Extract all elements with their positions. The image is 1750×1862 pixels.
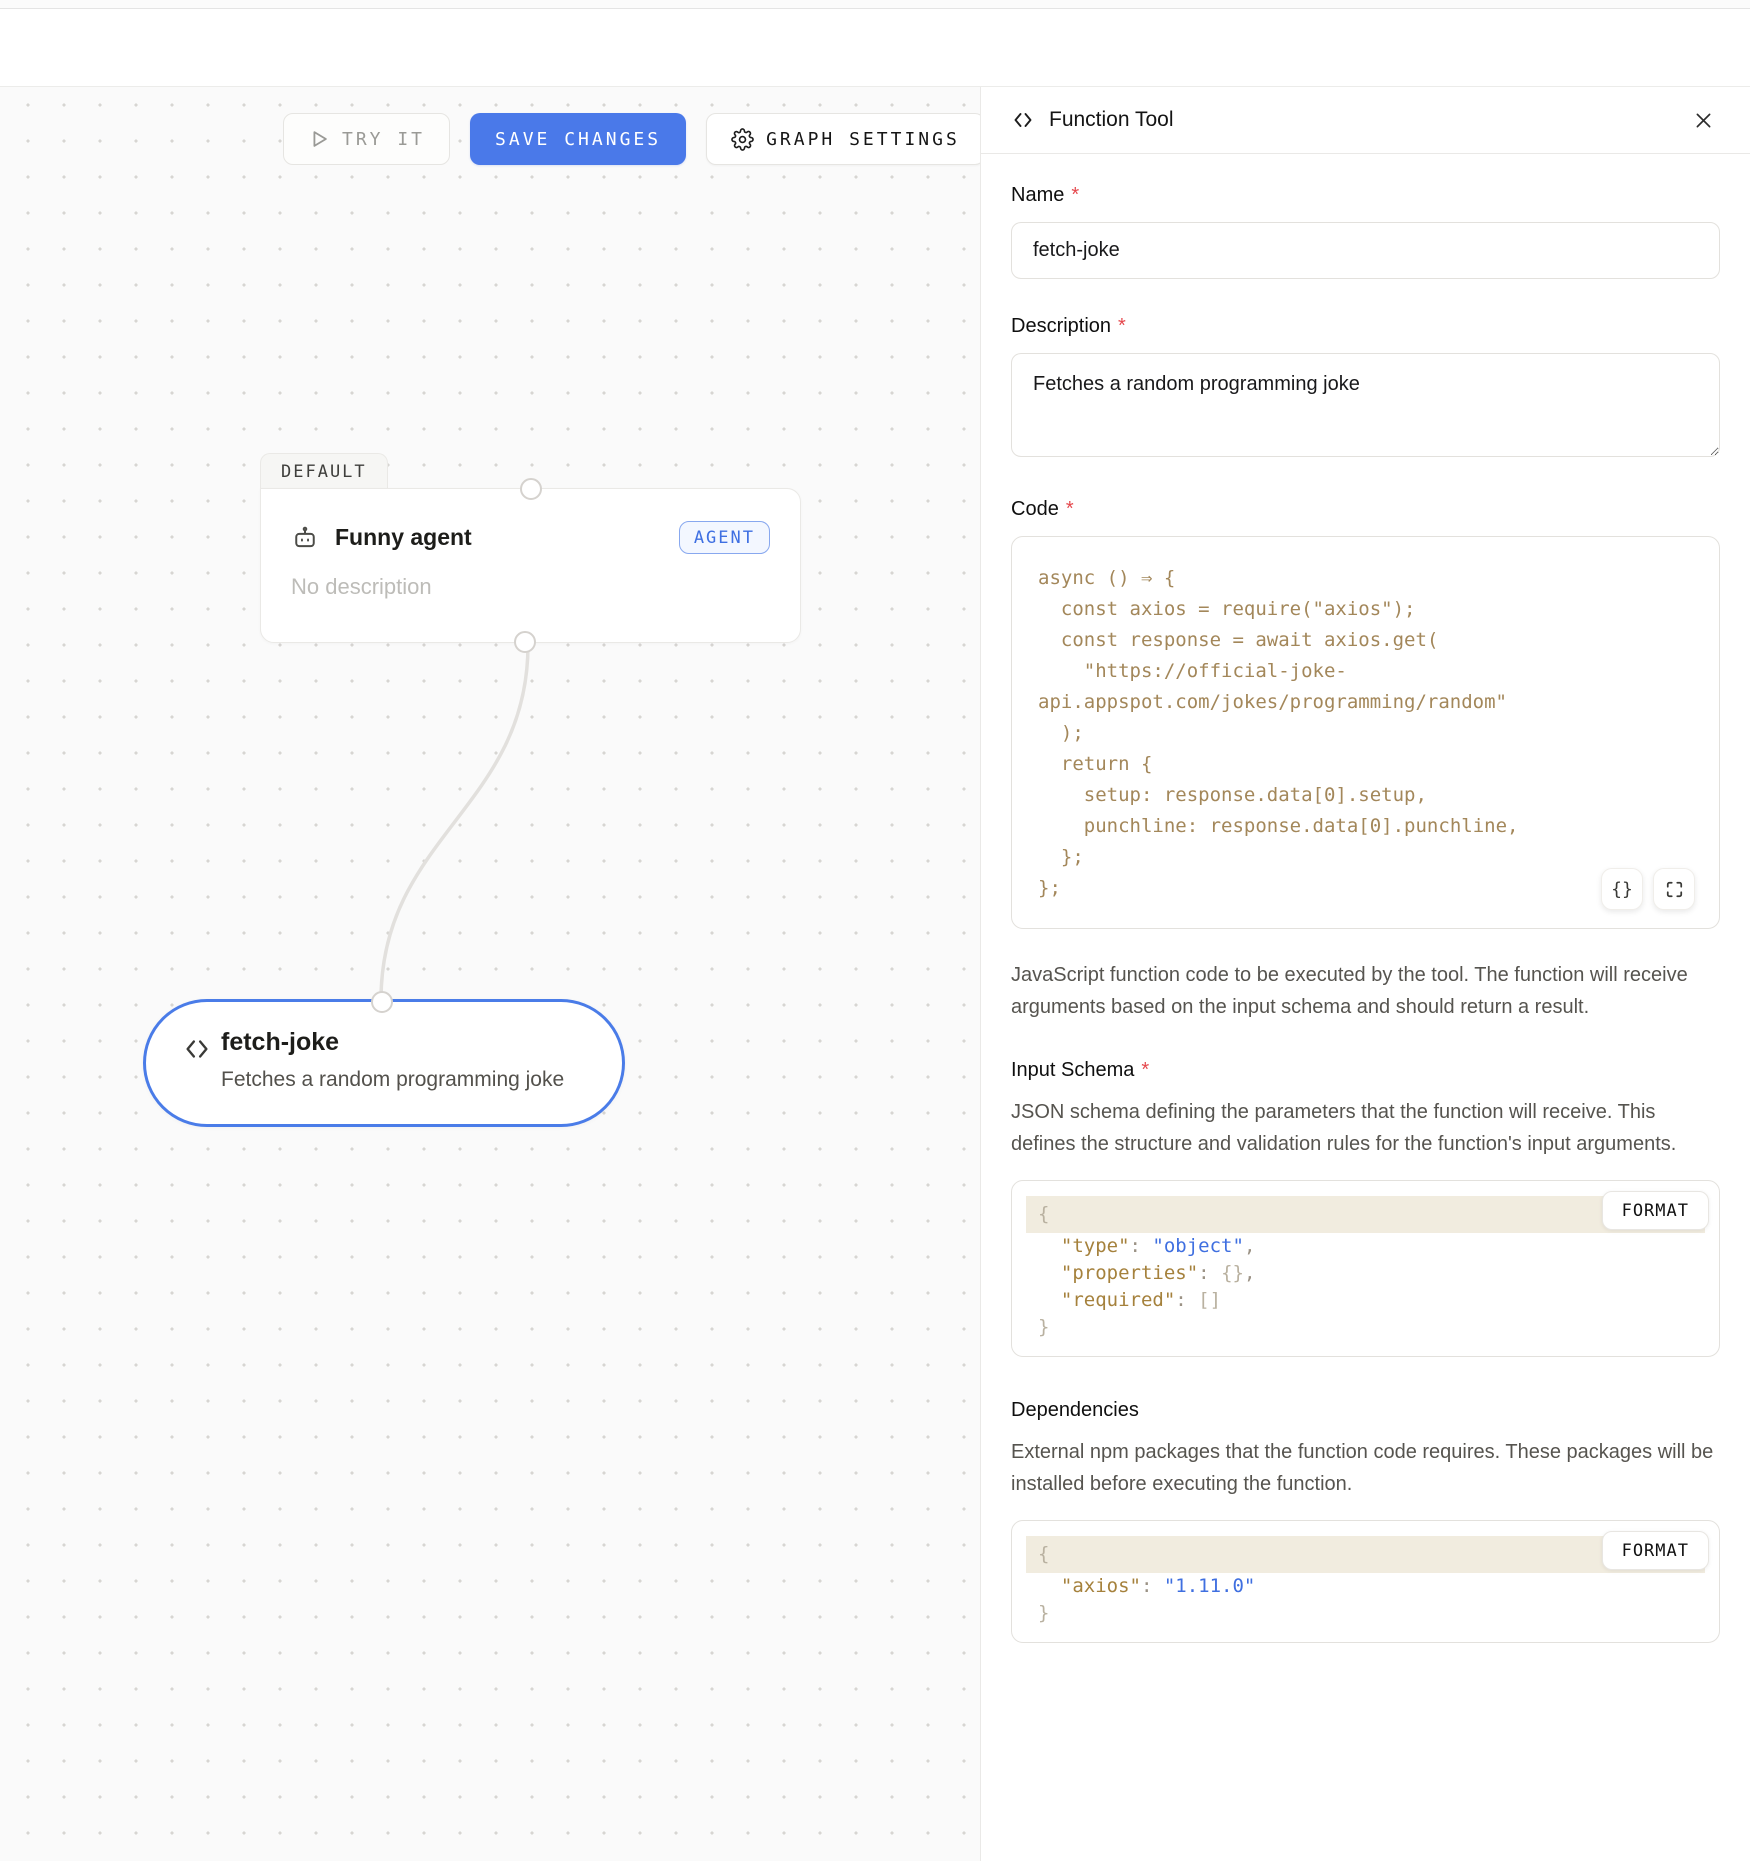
agent-type-badge: AGENT bbox=[679, 521, 770, 554]
agent-node-output-handle[interactable] bbox=[514, 631, 536, 653]
function-tool-panel: Function Tool Name * Description bbox=[980, 87, 1750, 1861]
description-textarea[interactable]: Fetches a random programming joke bbox=[1011, 353, 1720, 457]
dependencies-label: Dependencies bbox=[1011, 1399, 1720, 1422]
agent-node-input-handle[interactable] bbox=[520, 478, 542, 500]
tool-node-input-handle[interactable] bbox=[371, 991, 393, 1013]
code-brackets-icon bbox=[182, 1034, 212, 1064]
required-asterisk: * bbox=[1141, 1059, 1149, 1082]
expand-fullscreen-button[interactable] bbox=[1653, 868, 1695, 910]
dependencies-field-group: Dependencies External npm packages that … bbox=[1011, 1399, 1720, 1643]
code-help-text: JavaScript function code to be executed … bbox=[1011, 959, 1720, 1023]
input-schema-editor[interactable]: { "type": "object", "properties": {}, "r… bbox=[1011, 1180, 1720, 1357]
code-field-group: Code * async () ⇒ { const axios = requir… bbox=[1011, 498, 1720, 1023]
graph-canvas[interactable]: TRY IT SAVE CHANGES GRAPH SETTINGS DEFAU… bbox=[0, 87, 980, 1861]
edge-layer bbox=[0, 87, 980, 1861]
graph-settings-label: GRAPH SETTINGS bbox=[766, 129, 960, 150]
tool-node-title: fetch-joke bbox=[221, 1028, 592, 1057]
name-label-text: Name bbox=[1011, 184, 1064, 207]
description-field-group: Description * Fetches a random programmi… bbox=[1011, 315, 1720, 462]
code-editor-content[interactable]: async () ⇒ { const axios = require("axio… bbox=[1038, 563, 1693, 904]
input-schema-label-text: Input Schema bbox=[1011, 1059, 1134, 1082]
fullscreen-icon bbox=[1665, 880, 1684, 899]
agent-node-default-tab: DEFAULT bbox=[260, 453, 388, 489]
code-brackets-icon bbox=[1011, 108, 1035, 132]
name-field-group: Name * bbox=[1011, 184, 1720, 279]
close-icon bbox=[1693, 110, 1714, 131]
code-label-text: Code bbox=[1011, 498, 1059, 521]
dependencies-description: External npm packages that the function … bbox=[1011, 1436, 1720, 1500]
panel-title: Function Tool bbox=[1049, 108, 1174, 132]
panel-header: Function Tool bbox=[981, 87, 1750, 154]
app-header-bar bbox=[0, 9, 1750, 87]
save-changes-label: SAVE CHANGES bbox=[495, 129, 661, 150]
input-schema-field-group: Input Schema * JSON schema defining the … bbox=[1011, 1059, 1720, 1357]
agent-node-card[interactable]: Funny agent AGENT No description bbox=[260, 488, 801, 643]
required-asterisk: * bbox=[1118, 315, 1126, 338]
code-label: Code * bbox=[1011, 498, 1720, 521]
canvas-toolbar: TRY IT SAVE CHANGES GRAPH SETTINGS bbox=[283, 113, 980, 165]
agent-node-description: No description bbox=[291, 574, 770, 600]
panel-body: Name * Description * Fetches a random pr… bbox=[981, 154, 1750, 1643]
name-label: Name * bbox=[1011, 184, 1720, 207]
window-top-strip bbox=[0, 0, 1750, 9]
format-button[interactable]: FORMAT bbox=[1602, 1531, 1709, 1570]
input-schema-description: JSON schema defining the parameters that… bbox=[1011, 1096, 1720, 1160]
name-input[interactable] bbox=[1011, 222, 1720, 279]
description-label-text: Description bbox=[1011, 315, 1111, 338]
tool-node-description: Fetches a random programming joke bbox=[221, 1068, 592, 1092]
agent-node[interactable]: DEFAULT Funny agent AGENT No description bbox=[260, 452, 801, 643]
gear-icon bbox=[731, 128, 754, 151]
save-changes-button[interactable]: SAVE CHANGES bbox=[470, 113, 686, 165]
code-editor-actions: {} bbox=[1601, 868, 1695, 910]
format-button[interactable]: FORMAT bbox=[1602, 1191, 1709, 1230]
required-asterisk: * bbox=[1071, 184, 1079, 207]
dependencies-editor[interactable]: { "axios": "1.11.0"} FORMAT bbox=[1011, 1520, 1720, 1643]
play-icon bbox=[308, 128, 330, 150]
dependencies-label-text: Dependencies bbox=[1011, 1399, 1139, 1422]
try-it-label: TRY IT bbox=[342, 129, 425, 150]
required-asterisk: * bbox=[1066, 498, 1074, 521]
agent-to-tool-edge bbox=[381, 645, 528, 1000]
robot-icon bbox=[291, 524, 319, 552]
tool-node-fetch-joke[interactable]: fetch-joke Fetches a random programming … bbox=[143, 999, 625, 1127]
try-it-button[interactable]: TRY IT bbox=[283, 113, 450, 165]
description-label: Description * bbox=[1011, 315, 1720, 338]
main-layout: TRY IT SAVE CHANGES GRAPH SETTINGS DEFAU… bbox=[0, 87, 1750, 1861]
agent-node-title: Funny agent bbox=[335, 524, 472, 551]
graph-settings-button[interactable]: GRAPH SETTINGS bbox=[706, 113, 980, 165]
braces-icon: {} bbox=[1611, 879, 1633, 900]
input-schema-label: Input Schema * bbox=[1011, 1059, 1720, 1082]
format-braces-button[interactable]: {} bbox=[1601, 868, 1643, 910]
close-panel-button[interactable] bbox=[1686, 103, 1720, 137]
code-editor[interactable]: async () ⇒ { const axios = require("axio… bbox=[1011, 536, 1720, 929]
